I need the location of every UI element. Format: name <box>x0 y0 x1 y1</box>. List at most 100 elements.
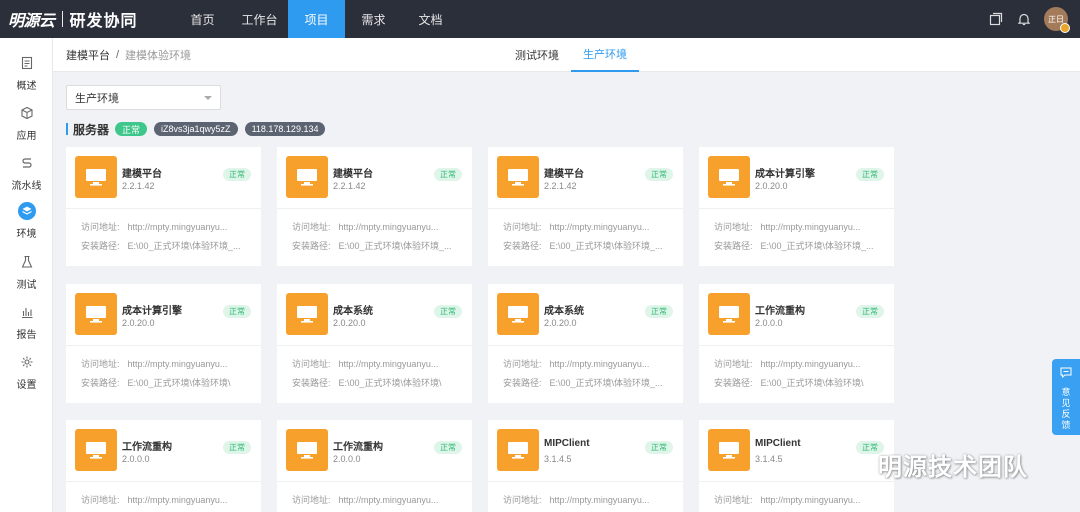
brand[interactable]: 明源云 研发协同 <box>8 0 138 38</box>
access-url-row: 访问地址: http://mpty.mingyuanyu... <box>81 493 251 506</box>
app-card[interactable]: MIPClient 3.1.4.5 正常 访问地址: http://mpty.mingy… <box>488 420 683 512</box>
sidebar-item-label: 测试 <box>16 280 37 291</box>
access-url-value[interactable]: http://mpty.mingyuanyu... <box>128 495 228 505</box>
server-status-badge: 正常 <box>115 122 148 136</box>
access-url-value[interactable]: http://mpty.mingyuanyu... <box>550 495 650 505</box>
app-card[interactable]: 建模平台 2.2.1.42 正常 访问地址: http://mpty.mingyuany… <box>277 147 472 266</box>
sidebar: 概述 应用 流水线 环境 测试 报告 设置 <box>0 38 53 512</box>
access-url-label: 访问地址: <box>714 495 753 505</box>
bar-chart-icon <box>18 303 36 321</box>
app-version: 2.2.1.42 <box>122 181 155 191</box>
access-url-row: 访问地址: http://mpty.mingyuanyu... <box>292 220 462 233</box>
environment-select[interactable]: 生产环境 <box>66 85 221 110</box>
monitor-icon <box>497 429 539 471</box>
install-path-label: 安装路径: <box>503 241 542 251</box>
main-nav: 首页 工作台 项目 需求 文档 <box>174 0 459 38</box>
app-version: 2.0.20.0 <box>755 181 788 191</box>
status-badge: 正常 <box>434 305 462 318</box>
app-version: 2.2.1.42 <box>333 181 366 191</box>
app-name: 建模平台 <box>122 169 162 180</box>
app-card[interactable]: 工作流重构 2.0.0.0 正常 访问地址: http://mpty.mingyuany… <box>277 420 472 512</box>
access-url-value[interactable]: http://mpty.mingyuanyu... <box>339 222 439 232</box>
nav-requirements[interactable]: 需求 <box>345 0 402 38</box>
access-url-value[interactable]: http://mpty.mingyuanyu... <box>550 222 650 232</box>
app-name: 成本系统 <box>544 306 584 317</box>
access-url-label: 访问地址: <box>81 222 120 232</box>
nav-project[interactable]: 项目 <box>288 0 345 38</box>
status-badge: 正常 <box>645 168 673 181</box>
top-actions: 正日 <box>982 0 1070 38</box>
nav-home[interactable]: 首页 <box>174 0 231 38</box>
monitor-icon <box>75 293 117 335</box>
app-name: 工作流重构 <box>122 442 172 453</box>
access-url-row: 访问地址: http://mpty.mingyuanyu... <box>81 220 251 233</box>
layers-icon <box>17 202 36 220</box>
sidebar-item-report[interactable]: 报告 <box>0 303 53 347</box>
server-label: 服务器 <box>73 122 110 137</box>
nav-docs[interactable]: 文档 <box>402 0 459 38</box>
breadcrumb-parent[interactable]: 建模平台 <box>66 47 110 63</box>
copy-icon[interactable] <box>982 0 1010 38</box>
access-url-row: 访问地址: http://mpty.mingyuanyu... <box>292 493 462 506</box>
watermark-text: 明源技术团队 <box>878 453 1028 481</box>
card-divider <box>488 345 683 346</box>
sidebar-item-apps[interactable]: 应用 <box>0 104 53 148</box>
sidebar-item-label: 流水线 <box>11 181 42 192</box>
app-card[interactable]: 工作流重构 2.0.0.0 正常 访问地址: http://mpty.mingyuany… <box>66 420 261 512</box>
feedback-label: 意见反馈 <box>1060 387 1071 431</box>
app-card[interactable]: 建模平台 2.2.1.42 正常 访问地址: http://mpty.mingyuany… <box>488 147 683 266</box>
app-card[interactable]: 成本计算引擎 2.0.20.0 正常 访问地址: http://mpty.mingyua… <box>66 284 261 403</box>
install-path-label: 安装路径: <box>292 241 331 251</box>
app-card[interactable]: 成本系统 2.0.20.0 正常 访问地址: http://mpty.mingyuany… <box>488 284 683 403</box>
install-path-value: E:\00_正式环境\体验环境\ <box>760 378 864 388</box>
sidebar-item-test[interactable]: 测试 <box>0 253 53 297</box>
app-version: 2.0.0.0 <box>122 454 150 464</box>
access-url-value[interactable]: http://mpty.mingyuanyu... <box>761 222 861 232</box>
install-path-row: 安装路径: E:\00_正式环境\体验环境_... <box>292 239 462 252</box>
tab-test-env[interactable]: 测试环境 <box>503 38 571 72</box>
app-name: 成本系统 <box>333 306 373 317</box>
card-divider <box>488 208 683 209</box>
sidebar-item-label: 环境 <box>16 229 37 240</box>
app-version: 3.1.4.5 <box>755 454 783 464</box>
monitor-icon <box>497 293 539 335</box>
access-url-value[interactable]: http://mpty.mingyuanyu... <box>761 495 861 505</box>
install-path-value: E:\00_正式环境\体验环境_... <box>338 241 452 251</box>
app-card[interactable]: 建模平台 2.2.1.42 正常访问地址: http://mpty.mingyuany… <box>66 147 261 266</box>
access-url-label: 访问地址: <box>503 222 542 232</box>
install-path-value: E:\00_正式环境\体验环境\ <box>338 378 442 388</box>
app-name: 建模平台 <box>333 169 373 180</box>
feedback-button[interactable]: 意见反馈 <box>1052 359 1080 435</box>
avatar[interactable]: 正日 <box>1044 7 1070 33</box>
app-version: 2.2.1.42 <box>544 181 577 191</box>
app-card[interactable]: 成本系统 2.0.20.0 正常 访问地址: http://mpty.mingyuany… <box>277 284 472 403</box>
breadcrumb-current: 建模体验环境 <box>125 50 192 62</box>
breadcrumb-separator: / <box>116 49 120 61</box>
access-url-value[interactable]: http://mpty.mingyuanyu... <box>339 495 439 505</box>
sidebar-item-label: 报告 <box>16 330 37 341</box>
access-url-value[interactable]: http://mpty.mingyuanyu... <box>339 359 439 369</box>
chat-icon <box>1060 365 1072 383</box>
app-card[interactable]: 工作流重构 2.0.0.0 正常 访问地址: http://mpty.mingyuany… <box>699 284 894 403</box>
status-badge: 正常 <box>645 441 673 454</box>
install-path-value: E:\00_正式环境\体验环境_... <box>127 241 241 251</box>
install-path-row: 安装路径: E:\00_正式环境\体验环境\ <box>714 376 884 389</box>
app-name: 成本计算引擎 <box>122 306 182 317</box>
sidebar-item-settings[interactable]: 设置 <box>0 353 53 397</box>
app-card[interactable]: 成本计算引擎 2.0.20.0 正常 访问地址: http://mpty.mingyua… <box>699 147 894 266</box>
access-url-value[interactable]: http://mpty.mingyuanyu... <box>128 359 228 369</box>
nav-workbench[interactable]: 工作台 <box>231 0 288 38</box>
status-badge: 正常 <box>223 168 251 181</box>
sidebar-item-pipeline[interactable]: 流水线 <box>0 154 53 198</box>
app-version: 2.0.20.0 <box>122 318 155 328</box>
app-name: MIPClient <box>755 438 801 449</box>
bell-icon[interactable] <box>1010 0 1038 38</box>
access-url-value[interactable]: http://mpty.mingyuanyu... <box>128 222 228 232</box>
access-url-value[interactable]: http://mpty.mingyuanyu... <box>761 359 861 369</box>
tab-prod-env[interactable]: 生产环境 <box>571 38 639 72</box>
sidebar-item-overview[interactable]: 概述 <box>0 54 53 98</box>
environment-tabs: 测试环境 生产环境 <box>503 38 639 72</box>
sidebar-item-environment[interactable]: 环境 <box>0 202 53 246</box>
access-url-value[interactable]: http://mpty.mingyuanyu... <box>550 359 650 369</box>
access-url-label: 访问地址: <box>81 359 120 369</box>
